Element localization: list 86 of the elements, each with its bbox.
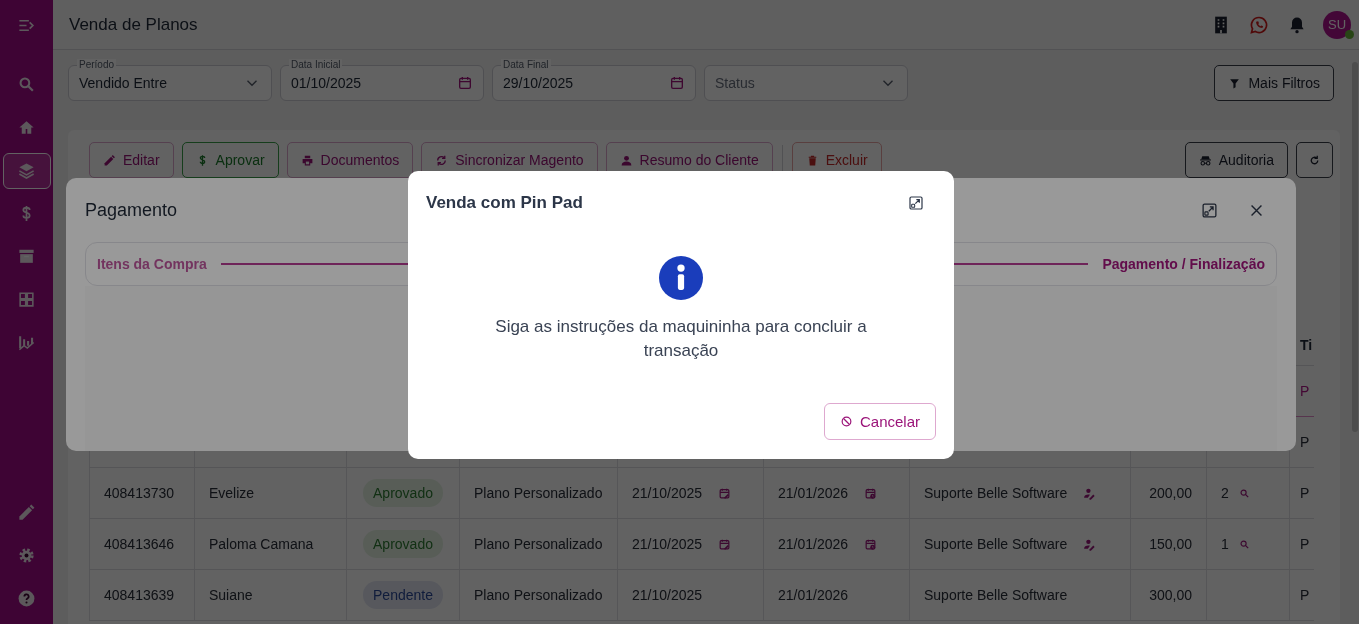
info-icon (659, 256, 703, 300)
approve-button[interactable]: Aprovar (181, 142, 279, 178)
table-cell: P (1300, 383, 1310, 399)
field-value: 29/10/2025 (503, 75, 575, 91)
table-row[interactable]: 408413639 Suiane Pendente Plano Personalizado 21/10/2025 21/01/2026 Suporte Belle Software 300,00 P (89, 570, 1314, 621)
chat-icon (1249, 14, 1269, 35)
status-badge: Pendente (363, 581, 443, 609)
field-label: Período (77, 59, 117, 70)
table-cell: 408413730 (104, 485, 175, 501)
select-field[interactable]: Status (704, 65, 908, 101)
help-icon (17, 589, 36, 608)
table-cell: P (1300, 485, 1310, 501)
table-cell: Suporte Belle Software (924, 485, 1068, 501)
field-value: Vendido Entre (79, 75, 168, 91)
table-cell: 2 (1221, 485, 1229, 501)
calendar-icon (669, 75, 685, 91)
settings-icon (17, 546, 36, 565)
documents-button[interactable]: Documentos (286, 142, 414, 178)
home-icon (17, 118, 36, 137)
refresh-button[interactable] (1296, 142, 1333, 178)
table-cell: 1 (1221, 536, 1229, 552)
archive-icon (17, 247, 36, 266)
expand-icon (1201, 201, 1218, 219)
edit-button[interactable]: Editar (89, 142, 174, 178)
incognito-icon (1198, 153, 1212, 167)
table-cell: Plano Personalizado (474, 536, 603, 552)
table-cell: Paloma Camana (209, 536, 314, 552)
search-icon (1238, 538, 1250, 550)
table-cell: Plano Personalizado (474, 587, 603, 603)
sidebar-item[interactable] (2, 152, 51, 189)
table-cell: 200,00 (1149, 485, 1192, 501)
field-placeholder: Status (715, 75, 756, 91)
table-cell: 21/01/2026 (778, 485, 849, 501)
table-cell: Suiane (209, 587, 253, 603)
step-label[interactable]: Pagamento / Finalização (1102, 256, 1265, 272)
table-cell: P (1300, 434, 1310, 450)
more-filters-button[interactable]: Mais Filtros (1214, 65, 1334, 101)
field-label: Data Inicial (289, 59, 343, 70)
search-icon (17, 75, 36, 94)
search-button[interactable] (1238, 538, 1250, 550)
cancel-button[interactable]: Cancelar (823, 403, 936, 440)
status-badge: Aprovado (363, 530, 443, 558)
table-cell: 21/10/2025 (632, 485, 703, 501)
layers-icon (17, 161, 36, 180)
table-cell: 21/10/2025 (632, 587, 703, 603)
sync-icon (435, 153, 449, 167)
expand-icon (908, 195, 924, 211)
grid-icon (17, 290, 36, 309)
pencil-icon (17, 503, 36, 522)
table-cell: P (1300, 587, 1310, 603)
table-row[interactable]: 408413730 Evelize Aprovado Plano Personalizado 21/10/2025 21/01/2026 Suporte Belle Software 200,00 2 P (89, 468, 1314, 519)
table-cell: 21/10/2025 (632, 536, 703, 552)
table-cell: 21/01/2026 (778, 536, 849, 552)
step-label[interactable]: Itens da Compra (97, 256, 207, 272)
printer-icon (300, 153, 314, 167)
cancel-icon (839, 415, 853, 428)
table-cell: Evelize (209, 485, 255, 501)
field-label: Data Final (501, 59, 551, 70)
expand-button[interactable] (908, 195, 924, 211)
search-button[interactable] (1238, 487, 1250, 499)
field-value: 01/10/2025 (291, 75, 363, 91)
refresh-icon (1308, 153, 1321, 167)
table-cell: 150,00 (1149, 536, 1192, 552)
chart-icon (17, 333, 36, 352)
table-cell: 408413639 (104, 587, 175, 603)
person-icon (619, 153, 633, 167)
table-cell: 21/01/2026 (778, 587, 849, 603)
table-cell: 300,00 (1149, 587, 1192, 603)
calendar-icon (457, 75, 473, 91)
search-icon (1238, 487, 1250, 499)
table-cell: 408413646 (104, 536, 175, 552)
table-row[interactable]: 408413646 Paloma Camana Aprovado Plano Personalizado 21/10/2025 21/01/2026 Suporte Belle Software 150,00 1 P (89, 519, 1314, 570)
expand-button[interactable] (1201, 201, 1218, 219)
table-cell: Suporte Belle Software (924, 536, 1068, 552)
dialog-message: Siga as instruções da maquininha para concluir a transação (494, 316, 868, 362)
table-cell: Plano Personalizado (474, 485, 603, 501)
table-cell: Suporte Belle Software (924, 587, 1068, 603)
filter-icon (1228, 76, 1242, 90)
status-badge: Aprovado (363, 479, 443, 507)
dialog-title: Pagamento (85, 199, 178, 221)
audit-button[interactable]: Auditoria (1184, 142, 1288, 178)
page-title: Venda de Planos (69, 14, 198, 35)
pencil-icon (103, 153, 116, 167)
user-avatar[interactable]: SU (1323, 10, 1351, 39)
table-cell: P (1300, 536, 1310, 552)
dialog-title: Venda com Pin Pad (426, 193, 583, 213)
